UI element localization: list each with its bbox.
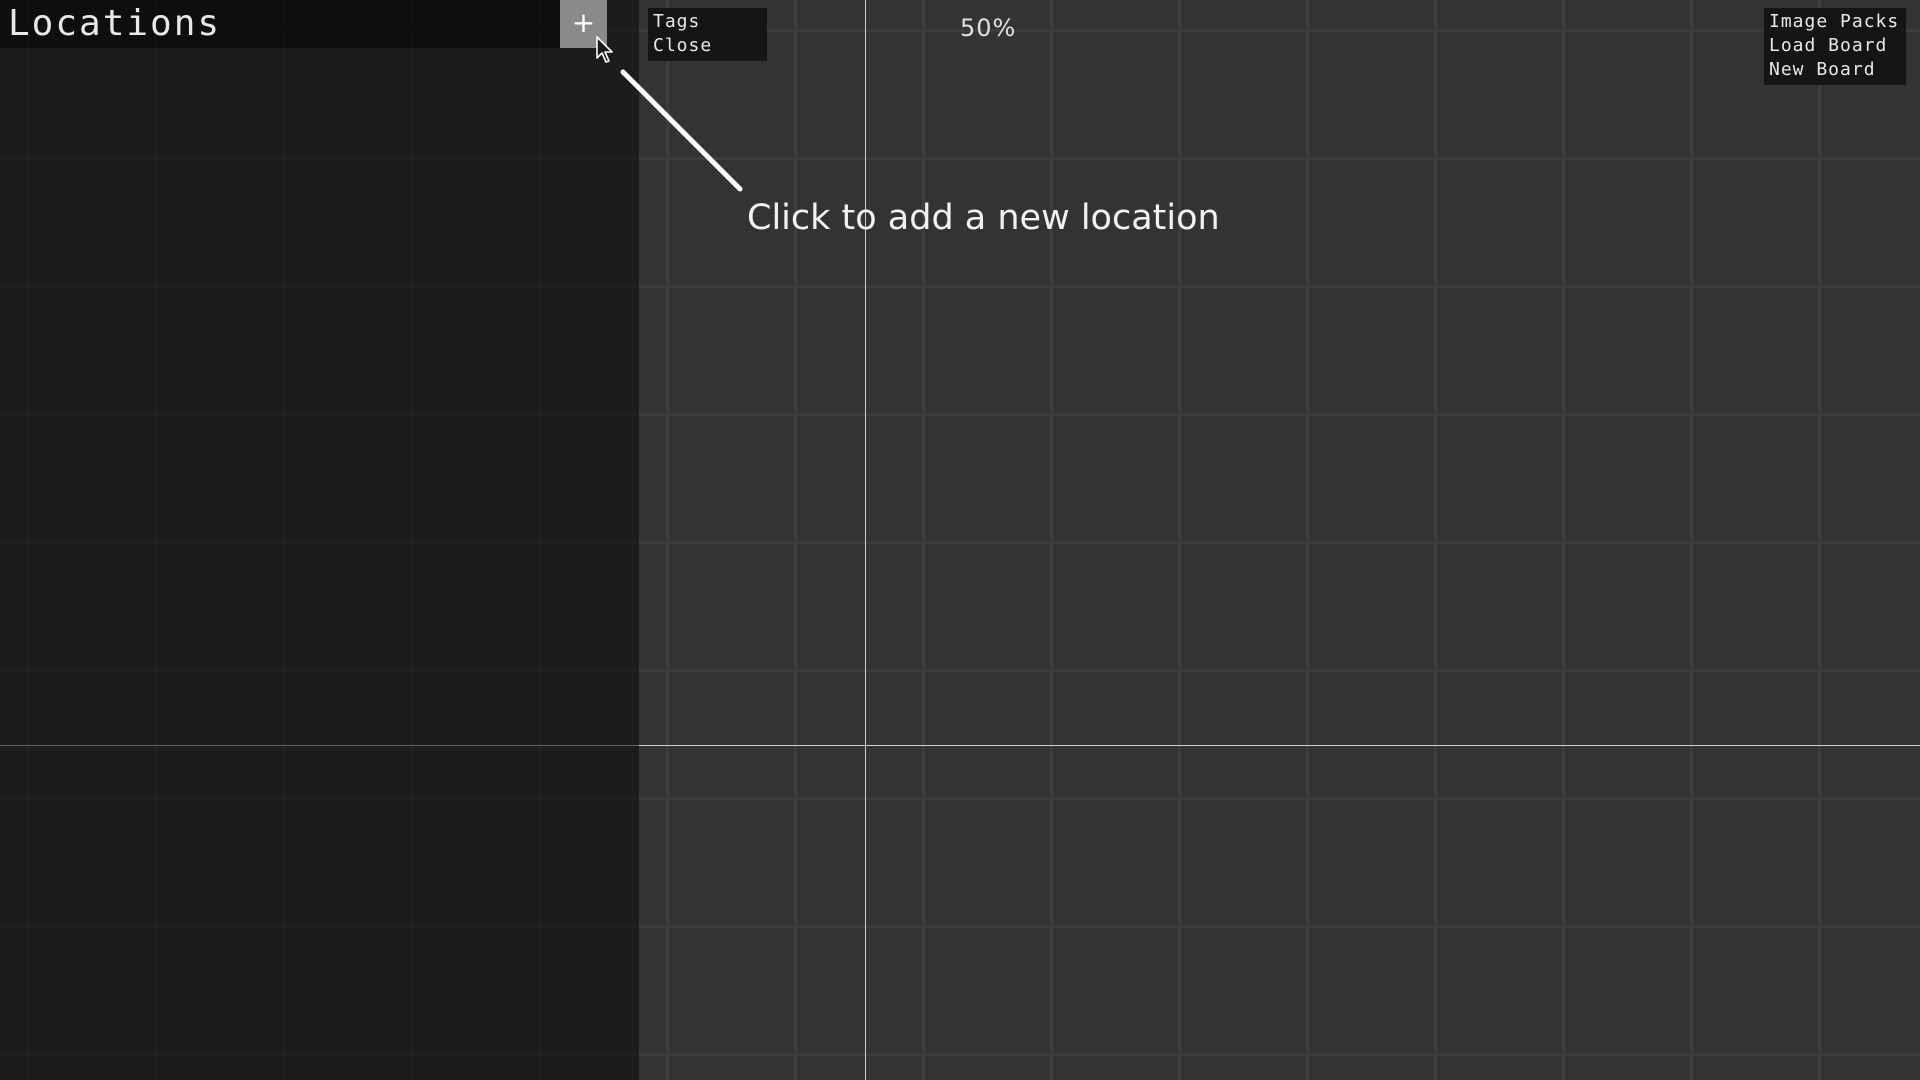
mouse-pointer-icon xyxy=(596,36,613,63)
vertical-origin-axis xyxy=(865,0,866,1080)
menu-item-load-board[interactable]: Load Board xyxy=(1769,34,1900,58)
hint-text: Click to add a new location xyxy=(747,198,1220,238)
right-menu: Image Packs Load Board New Board xyxy=(1764,8,1906,85)
left-menu: Tags Close xyxy=(648,8,767,61)
menu-item-close[interactable]: Close xyxy=(653,34,761,58)
plus-icon: + xyxy=(571,6,596,39)
menu-item-tags[interactable]: Tags xyxy=(653,10,761,34)
zoom-level: 50% xyxy=(960,14,1017,42)
menu-item-new-board[interactable]: New Board xyxy=(1769,58,1900,82)
sidebar-title: Locations xyxy=(8,3,222,44)
sidebar-header: Locations xyxy=(0,0,560,48)
menu-item-image-packs[interactable]: Image Packs xyxy=(1769,10,1900,34)
locations-sidebar: Locations + xyxy=(0,0,639,1080)
